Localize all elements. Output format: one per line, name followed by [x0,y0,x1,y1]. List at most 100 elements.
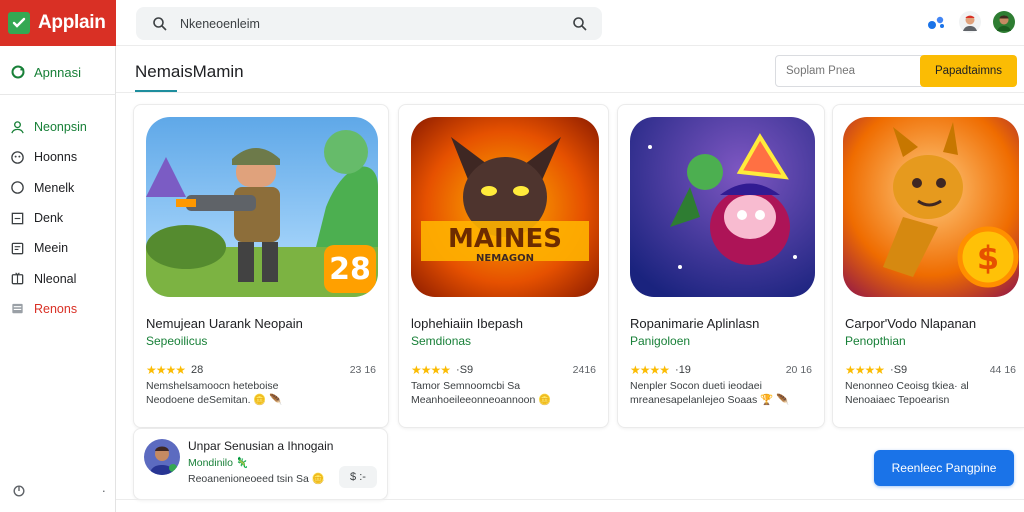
sidebar-item-0[interactable]: Neonpsin [10,112,110,142]
app-thumbnail[interactable]: 28 [146,117,378,297]
search-bar[interactable] [136,7,602,40]
app-card-description: Nenonneo Ceoisg tkiea· al Nenoaiaec Tepo… [845,379,1017,407]
rating-score: 28 [191,364,204,376]
app-card-title[interactable]: Ropanimarie Aplinlasn [630,315,850,333]
game-art-soldier-icon: 28 [146,117,378,297]
app-card-rating: ★★★★ ·S9 [411,363,473,377]
app-card-title[interactable]: Nemujean Uarank Neopain [146,315,366,333]
desc-line-1: Tamor Semnoomcbi Sa [411,380,521,392]
primary-cta-button[interactable]: Reenleec Pangpine [874,450,1014,486]
svg-text:NEMAGON: NEMAGON [476,253,534,264]
game-art-fox-icon: $ [843,117,1019,297]
profile-avatar[interactable] [992,10,1016,34]
review-action-chip[interactable]: $ :- [339,466,377,488]
app-card-rating: ★★★★ ·S9 [845,363,907,377]
sidebar-item-label: Meein [34,241,69,256]
filter-input[interactable] [775,55,925,87]
rating-score: ·19 [675,364,691,376]
rating-stars-icon: ★★★★ [630,363,670,377]
app-card-2[interactable]: Ropanimarie Aplinlasn Panigoloen ★★★★ ·1… [617,104,825,428]
sidebar-item-label: Menelk [34,180,75,195]
desc-line-1: Nemshelsamoocn heteboise [146,380,279,392]
app-card-description: Tamor Semnoomcbi Sa Meanhoeileeonneoanno… [411,379,601,407]
review-text: Reoanenioneoeed tsin Sa 🪙 [188,473,325,485]
circle-icon [11,181,24,195]
app-card-developer: Semdionas [411,334,472,348]
sidebar-item-3[interactable]: Denk [10,203,110,233]
app-card-count: 20 16 [785,364,812,376]
user-icon [11,120,24,134]
app-thumbnail[interactable]: MAINES NEMAGON [411,117,599,297]
sidebar-primary-label: Apnnasi [34,64,81,80]
filter-button[interactable]: Papadtaimns [920,55,1017,87]
sidebar-item-label: Nleonal [34,271,77,286]
sidebar-footer: · [12,483,106,498]
app-card-developer: Penopthian [845,334,906,348]
sidebar-item-2[interactable]: Menelk [10,173,110,203]
sidebar-item-label: Renons [34,301,78,316]
reviewer-avatar [144,439,180,475]
game-art-hero-icon [630,117,815,297]
app-logo-icon [8,12,30,34]
reviewer-handle: Mondinilo 🦎 [188,457,249,469]
desc-line-2: mreanesapelanlejeo Soaas 🏆 🪶 [630,394,790,406]
sidebar-item-1[interactable]: Hoonns [10,142,110,172]
settings-icon[interactable] [12,484,26,498]
desc-line-1: Nenpler Socon dueti ieodaei [630,380,762,392]
sidebar-primary-item[interactable]: Apnnasi [10,64,81,80]
sidebar-divider [0,94,116,95]
app-card-count: 23 16 [349,364,376,376]
svg-text:MAINES: MAINES [448,224,562,254]
app-thumbnail[interactable] [630,117,815,297]
sidebar: Applain Apnnasi Neonpsin Hoonns Menelk D… [0,0,116,512]
app-card-description: Nenpler Socon dueti ieodaei mreanesapela… [630,379,816,407]
sidebar-nav: Neonpsin Hoonns Menelk Denk Meein Nleona… [10,112,110,324]
app-card-title[interactable]: lophehiaiin Ibepash [411,315,631,333]
section-title: NemaisMamin [135,62,244,81]
desc-line-2: Neodoene deSemitan. 🪙 🪶 [146,394,283,406]
app-card-developer: Sepeoilicus [146,334,208,348]
inbox-icon [12,304,23,314]
top-bar [116,0,1024,46]
avatar-icon[interactable] [958,10,982,34]
app-card-0[interactable]: 28 Nemujean Uarank Neopain Sepeoilicus ★… [133,104,389,428]
app-card-count: 44 16 [989,364,1016,376]
review-card[interactable]: Unpar Senusian a Ihnogain Mondinilo 🦎 Re… [133,428,388,500]
message-icon [11,242,24,255]
app-card-description: Nemshelsamoocn heteboise Neodoene deSemi… [146,379,376,407]
app-card-title[interactable]: Carpor'Vodo Nlapanan [845,315,1024,333]
search-submit-icon[interactable] [572,16,588,32]
app-card-3[interactable]: $ Carpor'Vodo Nlapanan Penopthian ★★★★ ·… [832,104,1024,428]
app-name: Applain [38,12,106,33]
svg-text:28: 28 [329,252,371,287]
app-thumbnail[interactable]: $ [843,117,1019,297]
rating-score: ·S9 [890,364,908,376]
desc-line-1: Nenonneo Ceoisg tkiea· al [845,380,969,392]
brand-header[interactable]: Applain [0,0,116,46]
desc-line-2: Nenoaiaec Tepoearisn [845,394,950,406]
sidebar-item-6[interactable]: Renons [10,294,110,324]
square-icon [11,212,24,224]
sidebar-item-label: Hoonns [34,150,78,165]
sidebar-item-label: Denk [34,211,64,226]
share-icon[interactable] [924,10,948,34]
game-art-monster-icon: MAINES NEMAGON [411,117,599,297]
search-icon[interactable] [152,16,168,32]
desc-line-2: Meanhoeileeonneoannoon 🪙 [411,394,552,406]
app-card-1[interactable]: MAINES NEMAGON lophehiaiin Ibepash Semdi… [398,104,609,428]
sidebar-item-4[interactable]: Meein [10,233,110,263]
top-icons [924,10,1016,34]
sidebar-item-5[interactable]: Nleonal [10,263,110,293]
rating-stars-icon: ★★★★ [845,363,885,377]
rating-score: ·S9 [456,364,474,376]
app-card-rating: ★★★★ ·19 [630,363,691,377]
sidebar-footer-dot: · [101,483,106,498]
app-card-developer: Panigoloen [630,334,691,348]
app-card-rating: ★★★★ 28 [146,363,203,377]
rating-stars-icon: ★★★★ [146,363,186,377]
search-input[interactable] [180,16,572,31]
refresh-icon [11,65,25,79]
reviewer-name: Unpar Senusian a Ihnogain [188,439,334,453]
app-card-count: 2416 [572,364,596,376]
section-divider [116,92,1024,93]
